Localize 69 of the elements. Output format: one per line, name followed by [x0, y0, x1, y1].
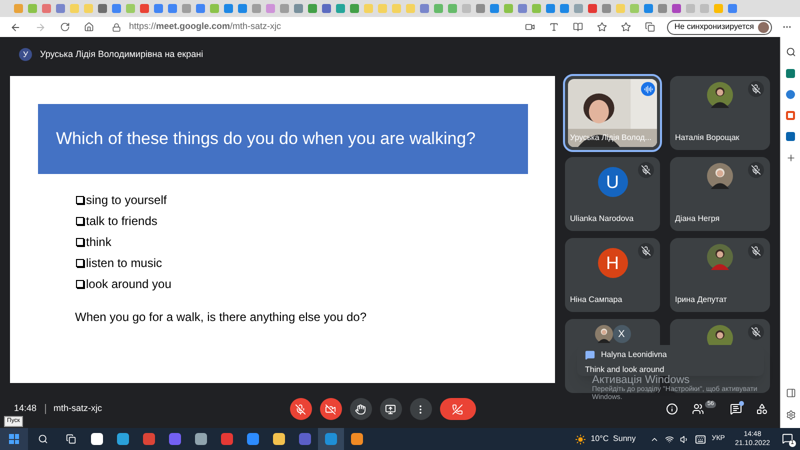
slide-title: Which of these things do you do when you are walking?	[56, 128, 476, 150]
lock-icon	[112, 22, 121, 32]
present-button[interactable]	[380, 398, 402, 420]
checkbox-icon	[76, 196, 84, 204]
slide-question: When you go for a walk, is there anything else you do?	[75, 309, 367, 326]
camera-icon	[525, 22, 536, 32]
reload-icon[interactable]	[60, 22, 70, 32]
mic-button[interactable]	[290, 398, 312, 420]
weather-text[interactable]: 10°C Sunny	[590, 433, 636, 445]
profile-avatar	[758, 22, 769, 32]
camera-off-icon	[325, 404, 336, 414]
collections-icon[interactable]	[645, 22, 656, 32]
start-button[interactable]	[0, 428, 28, 450]
activation-title: Активація Windows	[592, 375, 690, 386]
list-item: listen to music	[86, 255, 162, 272]
participant-name: Наталія Ворощак	[675, 132, 740, 144]
leave-button[interactable]	[440, 398, 476, 420]
settings-icon[interactable]	[786, 410, 796, 420]
home-icon[interactable]	[84, 22, 94, 32]
presenter-avatar: У	[19, 48, 32, 61]
sender-name: Halyna Leonidivna	[601, 349, 667, 361]
people-icon[interactable]	[692, 403, 704, 415]
favorites-icon[interactable]	[621, 22, 632, 32]
search-icon[interactable]	[786, 47, 796, 57]
chat-button[interactable]	[730, 403, 742, 415]
activities-icon[interactable]	[756, 403, 768, 415]
read-aloud-icon[interactable]	[549, 22, 560, 32]
chat-message: Think and look around	[585, 364, 666, 375]
back-icon[interactable]	[10, 22, 21, 32]
avatar: U	[598, 167, 628, 197]
url-field[interactable]: https://meet.google.com/mth-satz-xjc	[129, 20, 526, 34]
list-item: look around you	[86, 276, 172, 293]
participant-name: Діана Негря	[675, 213, 720, 225]
meeting-code: mth-satz-xjc	[54, 402, 104, 416]
hand-button[interactable]	[350, 398, 372, 420]
participant-name: Ірина Депутат	[675, 294, 727, 306]
list-item: talk to friends	[86, 213, 158, 230]
weather-icon	[574, 434, 586, 444]
sidebar-icon[interactable]	[786, 388, 796, 398]
sync-button[interactable]: Не синхронизируется	[667, 20, 772, 34]
avatar: H	[598, 248, 628, 278]
chat-notification[interactable]: Halyna Leonidivna Think and look around	[577, 345, 764, 376]
volume-icon	[680, 434, 689, 444]
chat-icon	[585, 350, 595, 360]
hand-icon	[355, 404, 366, 414]
checkbox-icon	[76, 259, 84, 267]
checkbox-icon	[76, 238, 84, 246]
meeting-time: 14:48	[14, 402, 37, 416]
reader-icon[interactable]	[573, 22, 584, 32]
avatar: X	[612, 325, 630, 343]
presenter-text: Уруська Лідія Володимирівна на екрані	[40, 48, 204, 61]
participant-name: Ulianka Narodova	[570, 213, 634, 225]
more-button[interactable]	[410, 398, 432, 420]
hang-up-icon	[452, 404, 464, 414]
checkbox-icon	[76, 217, 84, 225]
camera-button[interactable]	[320, 398, 342, 420]
network-icon	[664, 434, 674, 444]
present-icon	[385, 404, 396, 414]
task-view-icon[interactable]	[66, 434, 76, 444]
keyboard-icon	[694, 434, 706, 444]
mic-off-icon	[295, 404, 306, 414]
checkbox-icon	[76, 280, 84, 288]
favorite-icon[interactable]	[597, 22, 608, 32]
list-item: sing to yourself	[86, 192, 167, 209]
info-icon[interactable]	[666, 403, 678, 415]
list-item: think	[86, 234, 112, 251]
participant-name: Ніна Сампара	[570, 294, 622, 306]
add-icon[interactable]	[786, 153, 796, 163]
forward-icon[interactable]	[35, 22, 46, 32]
